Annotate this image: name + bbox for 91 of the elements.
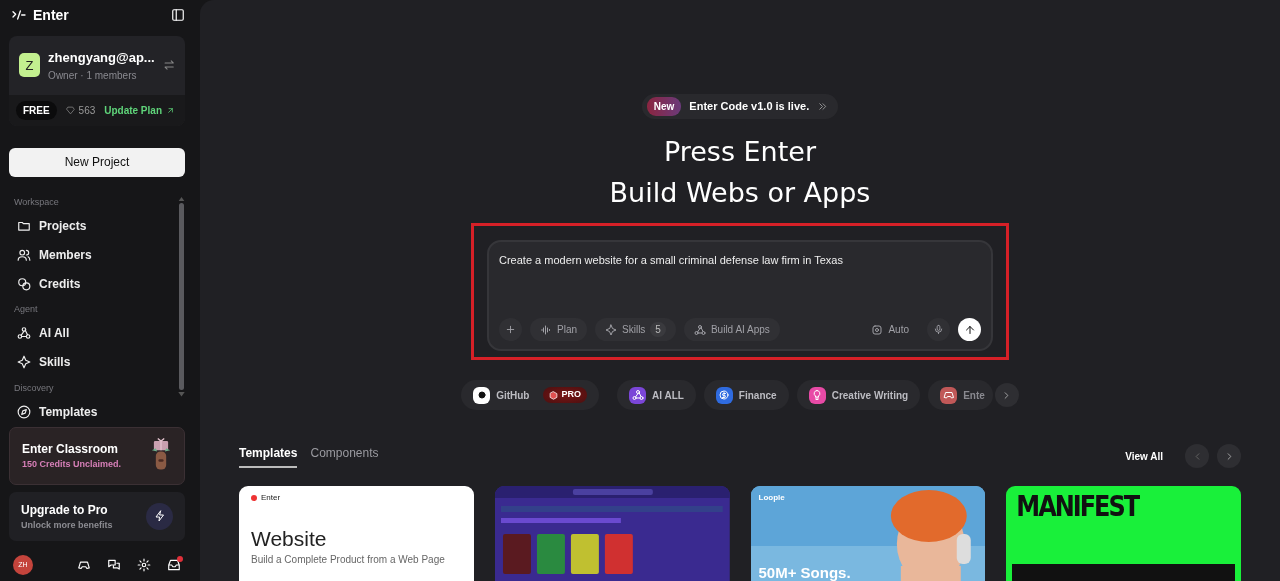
template-title: Website <box>251 528 328 549</box>
arrow-icon <box>166 105 175 115</box>
new-badge: New <box>646 97 682 116</box>
nav-item[interactable]: AI All <box>9 318 177 348</box>
compass-icon <box>17 404 31 419</box>
card-title: Upgrade to Pro <box>21 501 109 519</box>
announcement-text: Enter Code v1.0 is live. <box>689 99 810 115</box>
scrollbar-thumb[interactable] <box>178 203 184 390</box>
category-chip[interactable]: Finance <box>703 380 789 410</box>
count-badge: 5 <box>650 322 666 337</box>
webhook-icon <box>17 326 31 340</box>
plus-icon <box>505 324 516 335</box>
nav-item[interactable]: Templates <box>9 397 177 426</box>
brand-name: Enter <box>33 5 69 25</box>
sparkle-icon <box>605 323 617 336</box>
upgrade-card[interactable]: Upgrade to Pro Unlock more benefits <box>9 491 185 541</box>
prompt-box[interactable]: Create a modern website for a small criminal defense law firm in Texas Plan Skills 5 Build AI Apps Auto <box>487 240 993 351</box>
brand-name: Enter <box>261 492 281 504</box>
category-chip[interactable]: AI ALL <box>617 380 696 410</box>
add-button[interactable] <box>499 318 522 341</box>
nav-item[interactable]: Members <box>9 240 177 269</box>
template-card[interactable]: MANIFEST <box>1006 486 1241 581</box>
cube-icon <box>549 390 559 400</box>
microphone-icon <box>933 324 944 335</box>
nav-item[interactable]: Skills <box>9 347 177 377</box>
template-card[interactable]: Enter Website Build a Complete Product from a Web Page <box>239 486 474 581</box>
users-icon <box>17 247 31 262</box>
sidebar-toggle-icon[interactable] <box>171 8 185 22</box>
settings-icon[interactable] <box>137 558 151 572</box>
section-heading: Workspace <box>14 195 60 209</box>
game-controller-tile-icon <box>940 386 958 404</box>
dollar-tile-icon <box>715 386 733 404</box>
logo-icon <box>11 7 27 23</box>
category-chip[interactable]: GitHub PRO <box>461 380 599 410</box>
bolt-button[interactable] <box>146 502 173 530</box>
plan-badge: FREE <box>16 100 57 120</box>
tool-button[interactable]: Skills 5 <box>595 318 676 341</box>
brand-name: Loople <box>757 492 786 504</box>
card-subtitle: 150 Credits Unclaimed. <box>22 457 122 471</box>
template-card[interactable] <box>494 486 730 581</box>
mic-button[interactable] <box>927 318 950 341</box>
bolt-icon <box>153 510 166 523</box>
inbox-icon <box>167 558 181 572</box>
new-project-button[interactable]: New Project <box>9 147 185 177</box>
category-chip[interactable]: Ente <box>928 380 993 410</box>
waveform-icon <box>540 323 552 336</box>
account-email: zhengyang@ap... <box>48 49 155 67</box>
sparkle-icon <box>17 355 31 369</box>
template-subtitle: Build a Complete Product from a Web Page <box>251 553 446 567</box>
webhook-icon <box>693 323 706 336</box>
nav-item[interactable]: Projects <box>9 211 177 240</box>
prompt-input[interactable]: Create a modern website for a small criminal defense law firm in Texas <box>499 252 981 269</box>
gallery-tab[interactable]: Components <box>310 444 379 468</box>
card-subtitle: Unlock more benefits <box>21 518 113 532</box>
coins-icon <box>17 276 31 291</box>
category-chip[interactable]: Creative Writing <box>796 380 921 410</box>
avatar: Z <box>19 53 41 78</box>
lightbulb-tile-icon <box>808 386 826 404</box>
model-icon <box>871 323 884 336</box>
scroll-up-icon[interactable] <box>177 196 185 202</box>
game-controller-icon[interactable] <box>77 558 91 572</box>
tool-button[interactable]: Plan <box>530 318 587 341</box>
credit-count: 563 <box>78 103 96 118</box>
github-tile-icon <box>473 386 491 404</box>
card-title: Enter Classroom <box>22 440 120 458</box>
headline: Press Enter <box>662 135 818 169</box>
chat-icon[interactable] <box>107 558 121 572</box>
pro-badge: PRO <box>543 387 587 403</box>
inbox-button[interactable] <box>167 558 181 572</box>
tool-button[interactable]: Build AI Apps <box>683 318 780 341</box>
scroll-down-icon[interactable] <box>177 391 185 397</box>
classroom-card[interactable]: Enter Classroom 150 Credits Unclaimed. <box>9 426 185 485</box>
view-all-link[interactable]: View All <box>1119 447 1169 465</box>
template-title: MANIFEST <box>1016 492 1139 521</box>
webhook-tile-icon <box>629 386 646 404</box>
announcement-banner[interactable]: New Enter Code v1.0 is live. <box>641 94 839 119</box>
headline: Build Webs or Apps <box>609 176 871 210</box>
gallery-tab[interactable]: Templates <box>239 444 298 468</box>
section-heading: Agent <box>14 303 39 316</box>
section-heading: Discovery <box>14 381 55 395</box>
send-button[interactable] <box>958 318 981 341</box>
logo-icon <box>251 495 257 501</box>
template-title: 50M+ Songs. <box>758 562 851 581</box>
gem-icon <box>65 105 75 115</box>
arrow-up-icon <box>963 323 976 336</box>
update-plan-link[interactable]: Update Plan <box>104 102 175 118</box>
model-selector[interactable]: Auto <box>861 318 919 341</box>
account-role: Owner · 1 members <box>48 68 138 83</box>
chevrons-right-icon <box>817 101 829 112</box>
switch-icon[interactable] <box>162 58 175 73</box>
nav-item[interactable]: Credits <box>9 269 177 298</box>
